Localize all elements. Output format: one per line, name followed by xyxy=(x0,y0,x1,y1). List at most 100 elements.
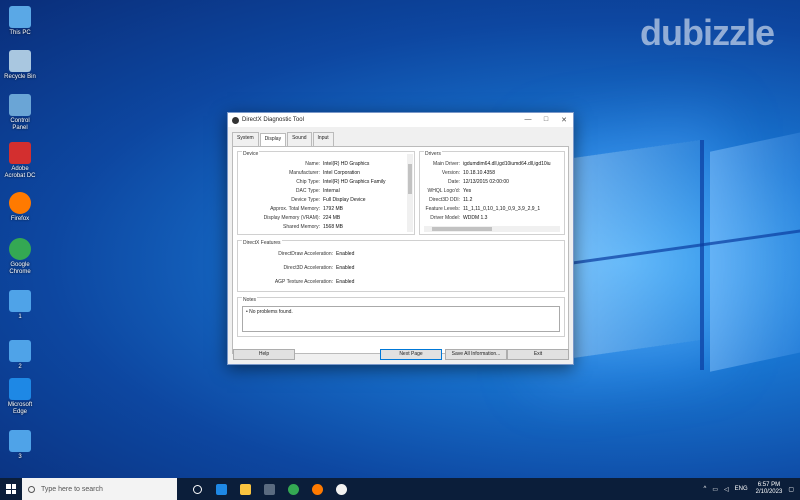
desktop-icon[interactable]: Firefox xyxy=(2,192,38,223)
minimize-button[interactable]: — xyxy=(519,116,537,124)
title-bar[interactable]: DirectX Diagnostic Tool — □ ✕ xyxy=(228,113,573,127)
button-row: Help Next Page Save All Information... E… xyxy=(228,349,573,361)
wallpaper-divider xyxy=(700,140,704,370)
device-row-value: 224 MB xyxy=(323,215,341,221)
taskbar-app[interactable] xyxy=(185,478,209,500)
driver-row: Driver Model: WDDM 1.3 xyxy=(420,214,487,223)
taskbar-app[interactable] xyxy=(305,478,329,500)
driver-row: Main Driver: igdumdim64.dll,igd10iumd64.d… xyxy=(420,160,551,169)
directx-features-group: DirectX Features DirectDraw Acceleration… xyxy=(237,240,565,292)
volume-icon[interactable]: ◁ xyxy=(724,486,729,493)
driver-row-key: WHQL Logo'd: xyxy=(427,188,460,194)
taskbar-app[interactable] xyxy=(209,478,233,500)
desktop-icon[interactable]: 3 xyxy=(2,430,38,461)
notes-group: Notes • No problems found. xyxy=(237,297,565,337)
device-scrollbar[interactable] xyxy=(407,154,413,232)
desktop-icon-label: Control Panel xyxy=(10,118,30,131)
chrome-icon xyxy=(9,238,31,260)
driver-row-value: Yes xyxy=(463,188,472,194)
taskbar-app[interactable] xyxy=(329,478,353,500)
control-panel-icon xyxy=(9,94,31,116)
desktop-icon[interactable]: This PC xyxy=(2,6,38,37)
device-row-key: DAC Type: xyxy=(295,188,320,194)
chevron-up-icon[interactable]: ^ xyxy=(703,486,706,492)
taskbar-app[interactable] xyxy=(257,478,281,500)
desktop-icon-label: Adobe Acrobat DC xyxy=(4,166,36,179)
notes-box[interactable]: • No problems found. xyxy=(242,306,560,332)
search-icon xyxy=(28,485,35,493)
clock[interactable]: 6:57 PM 2/10/2023 xyxy=(756,482,783,496)
bullet: • xyxy=(246,309,248,315)
features-group-title: DirectX Features xyxy=(242,240,282,246)
language-indicator[interactable]: ENG xyxy=(735,486,748,492)
desktop-icon-label: 2 xyxy=(18,364,22,370)
feature-row: Direct3D Acceleration: Enabled xyxy=(238,264,355,273)
notification-icon[interactable]: ▢ xyxy=(788,486,794,493)
clock-time: 6:57 PM xyxy=(757,482,781,488)
desktop-icon[interactable]: Adobe Acrobat DC xyxy=(2,142,38,180)
device-row: Shared Memory: 1568 MB xyxy=(238,223,343,232)
device-row-value: 1792 MB xyxy=(323,206,344,212)
desktop-icon[interactable]: 1 xyxy=(2,290,38,321)
desktop: dubizzle This PC Recycle Bin Control Panel… xyxy=(0,0,800,478)
network-icon[interactable]: ▭ xyxy=(712,486,718,493)
recycle-bin-icon xyxy=(9,50,31,72)
tab-system[interactable]: System xyxy=(232,132,259,146)
edge-icon xyxy=(9,378,31,400)
device-row-value: Internal xyxy=(323,188,340,194)
tab-display[interactable]: Display xyxy=(259,133,287,147)
close-button[interactable]: ✕ xyxy=(555,116,573,124)
window-title: DirectX Diagnostic Tool xyxy=(242,117,304,123)
desktop-icon[interactable]: Google Chrome xyxy=(2,238,38,276)
driver-row: Direct3D DDI: 11.2 xyxy=(420,196,472,205)
device-row-value: Intel(R) HD Graphics Family xyxy=(323,179,386,185)
directx-icon xyxy=(335,483,347,495)
task-view-icon xyxy=(192,484,202,494)
taskbar: Type here to search ^ ▭ ◁ ENG 6:57 PM 2/… xyxy=(0,478,800,500)
driver-row-value: 12/13/2015 02:00:00 xyxy=(463,179,509,185)
monitor-icon xyxy=(9,340,31,362)
desktop-icon-label: 3 xyxy=(18,454,22,460)
taskbar-app[interactable] xyxy=(281,478,305,500)
desktop-icon[interactable]: Control Panel xyxy=(2,94,38,132)
drivers-group: Drivers Main Driver: igdumdim64.dll,igd10… xyxy=(419,151,565,235)
drivers-scrollbar[interactable] xyxy=(424,226,560,232)
desktop-icon[interactable]: Microsoft Edge xyxy=(2,378,38,416)
notes-group-title: Notes xyxy=(242,297,258,303)
device-row-value: 1568 MB xyxy=(323,224,344,230)
driver-row-value: igdumdim64.dll,igd10iumd64.dll,igd10iu xyxy=(463,161,551,167)
device-row-key: Name: xyxy=(305,161,320,167)
wallpaper-logo-pane xyxy=(560,140,700,360)
save-all-information-button[interactable]: Save All Information... xyxy=(445,349,507,360)
device-row: Manufacturer: Intel Corporation xyxy=(238,169,360,178)
taskbar-app[interactable] xyxy=(233,478,257,500)
device-row-key: Device Type: xyxy=(291,197,320,203)
feature-row: DirectDraw Acceleration: Enabled xyxy=(238,250,354,259)
next-page-button[interactable]: Next Page xyxy=(380,349,442,360)
desktop-icon-label: 1 xyxy=(18,314,22,320)
taskbar-search-box[interactable]: Type here to search xyxy=(22,478,177,500)
device-row-key: Shared Memory: xyxy=(283,224,320,230)
device-row-key: Chip Type: xyxy=(296,179,320,185)
tab-sound[interactable]: Sound xyxy=(287,132,312,146)
feature-row-key: DirectDraw Acceleration: xyxy=(278,251,333,257)
search-placeholder: Type here to search xyxy=(41,485,103,493)
feature-row: AGP Texture Acceleration: Enabled xyxy=(238,278,355,287)
exit-button[interactable]: Exit xyxy=(507,349,569,360)
driver-row: Feature Levels: 11_1,11_0,10_1,10_0,9_3,9… xyxy=(420,205,541,214)
desktop-icon[interactable]: 2 xyxy=(2,340,38,371)
tab-input[interactable]: Input xyxy=(312,132,334,146)
driver-row-value: 10.18.10.4358 xyxy=(463,170,495,176)
windows-logo-icon xyxy=(6,484,16,494)
driver-row-value: 11.2 xyxy=(463,197,473,203)
feature-row-key: AGP Texture Acceleration: xyxy=(274,279,333,285)
help-button[interactable]: Help xyxy=(233,349,295,360)
device-row: Display Memory (VRAM): 224 MB xyxy=(238,214,341,223)
maximize-button[interactable]: □ xyxy=(537,116,555,124)
start-button[interactable] xyxy=(0,478,22,500)
store-icon xyxy=(263,483,275,495)
desktop-icon-label: Firefox xyxy=(10,216,30,222)
driver-row: WHQL Logo'd: Yes xyxy=(420,187,472,196)
clock-date: 2/10/2023 xyxy=(755,489,783,495)
desktop-icon[interactable]: Recycle Bin xyxy=(2,50,38,81)
